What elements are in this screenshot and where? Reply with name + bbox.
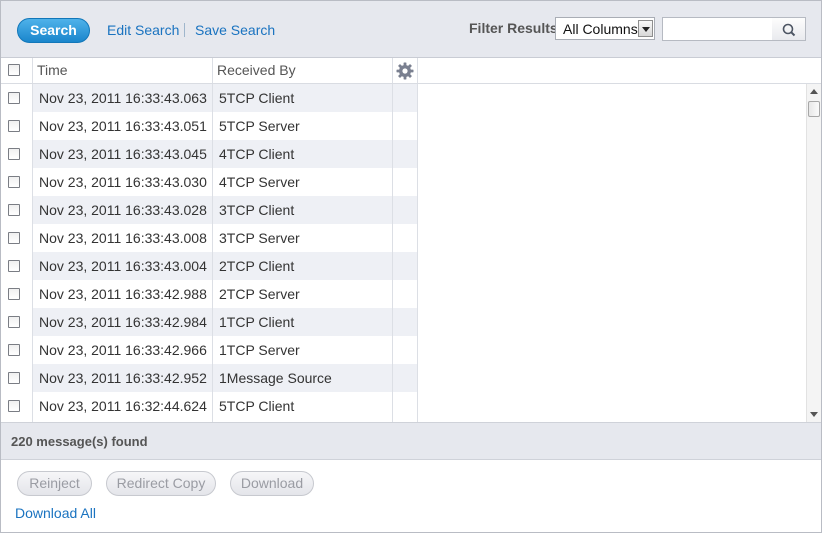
filter-search-input[interactable] bbox=[662, 17, 773, 41]
download-button[interactable]: Download bbox=[230, 471, 314, 496]
row-received-by: 2TCP Server bbox=[219, 286, 300, 302]
scroll-thumb[interactable] bbox=[808, 101, 820, 117]
row-checkbox[interactable] bbox=[8, 372, 20, 384]
column-divider bbox=[392, 84, 393, 422]
message-count: 220 message(s) found bbox=[11, 434, 148, 449]
toolbar: Search Edit Search Save Search Filter Re… bbox=[1, 1, 821, 58]
reinject-button[interactable]: Reinject bbox=[17, 471, 92, 496]
row-time: Nov 23, 2011 16:32:44.624 bbox=[39, 398, 207, 414]
table-row[interactable]: Nov 23, 2011 16:33:43.030 4TCP Server bbox=[1, 168, 807, 196]
table-row[interactable]: Nov 23, 2011 16:33:42.984 1TCP Client bbox=[1, 308, 807, 336]
row-checkbox[interactable] bbox=[8, 400, 20, 412]
column-divider bbox=[212, 84, 213, 422]
column-divider bbox=[212, 58, 213, 83]
row-received-by: 1Message Source bbox=[219, 370, 332, 386]
table-row[interactable]: Nov 23, 2011 16:33:43.008 3TCP Server bbox=[1, 224, 807, 252]
column-divider bbox=[417, 58, 418, 83]
row-checkbox[interactable] bbox=[8, 288, 20, 300]
row-received-by: 1TCP Client bbox=[219, 314, 295, 330]
row-received-by: 4TCP Server bbox=[219, 174, 300, 190]
scroll-up-arrow-icon[interactable] bbox=[810, 89, 818, 94]
column-header-received-by[interactable]: Received By bbox=[217, 58, 296, 83]
row-received-by: 4TCP Client bbox=[219, 146, 295, 162]
download-all-link[interactable]: Download All bbox=[15, 505, 96, 521]
table-row[interactable]: Nov 23, 2011 16:32:44.624 5TCP Client bbox=[1, 392, 807, 420]
column-divider bbox=[32, 58, 33, 83]
column-divider bbox=[32, 84, 33, 422]
row-time: Nov 23, 2011 16:33:43.051 bbox=[39, 118, 207, 134]
row-received-by: 2TCP Client bbox=[219, 258, 295, 274]
row-time: Nov 23, 2011 16:33:43.008 bbox=[39, 230, 207, 246]
table-row[interactable]: Nov 23, 2011 16:33:42.988 2TCP Server bbox=[1, 280, 807, 308]
gear-icon[interactable] bbox=[395, 61, 415, 81]
table-row[interactable]: Nov 23, 2011 16:33:43.063 5TCP Client bbox=[1, 84, 807, 112]
table-row[interactable]: Nov 23, 2011 16:33:43.051 5TCP Server bbox=[1, 112, 807, 140]
table-row[interactable]: Nov 23, 2011 16:33:43.045 4TCP Client bbox=[1, 140, 807, 168]
message-table-body: Nov 23, 2011 16:33:43.063 5TCP Client No… bbox=[1, 84, 807, 422]
link-divider bbox=[184, 23, 185, 37]
table-row[interactable]: Nov 23, 2011 16:33:42.966 1TCP Server bbox=[1, 336, 807, 364]
table-header: Time Received By bbox=[1, 58, 821, 84]
row-checkbox[interactable] bbox=[8, 148, 20, 160]
row-time: Nov 23, 2011 16:33:42.988 bbox=[39, 286, 207, 302]
row-checkbox[interactable] bbox=[8, 232, 20, 244]
edit-search-link[interactable]: Edit Search bbox=[107, 22, 179, 38]
message-search-panel: Search Edit Search Save Search Filter Re… bbox=[0, 0, 822, 533]
row-time: Nov 23, 2011 16:33:43.028 bbox=[39, 202, 207, 218]
status-bar: 220 message(s) found bbox=[1, 422, 821, 460]
table-row[interactable]: Nov 23, 2011 16:33:43.004 2TCP Client bbox=[1, 252, 807, 280]
magnifier-icon bbox=[782, 23, 796, 37]
row-checkbox[interactable] bbox=[8, 120, 20, 132]
filter-results-label: Filter Results bbox=[469, 20, 558, 36]
row-time: Nov 23, 2011 16:33:43.004 bbox=[39, 258, 207, 274]
row-received-by: 5TCP Client bbox=[219, 398, 295, 414]
row-checkbox[interactable] bbox=[8, 316, 20, 328]
redirect-copy-button[interactable]: Redirect Copy bbox=[106, 471, 216, 496]
row-received-by: 5TCP Server bbox=[219, 118, 300, 134]
column-divider bbox=[417, 84, 418, 422]
row-time: Nov 23, 2011 16:33:43.030 bbox=[39, 174, 207, 190]
row-checkbox[interactable] bbox=[8, 344, 20, 356]
filter-column-value: All Columns bbox=[563, 21, 638, 37]
select-all-checkbox[interactable] bbox=[8, 64, 20, 76]
filter-column-select[interactable]: All Columns bbox=[555, 17, 655, 40]
row-received-by: 3TCP Client bbox=[219, 202, 295, 218]
vertical-scrollbar[interactable] bbox=[806, 84, 821, 422]
filter-search-button[interactable] bbox=[772, 17, 806, 41]
table-row[interactable]: Nov 23, 2011 16:33:43.028 3TCP Client bbox=[1, 196, 807, 224]
row-checkbox[interactable] bbox=[8, 204, 20, 216]
chevron-down-icon[interactable] bbox=[638, 20, 653, 37]
save-search-link[interactable]: Save Search bbox=[195, 22, 275, 38]
row-time: Nov 23, 2011 16:33:42.966 bbox=[39, 342, 207, 358]
column-header-time[interactable]: Time bbox=[37, 58, 68, 83]
row-time: Nov 23, 2011 16:33:42.952 bbox=[39, 370, 207, 386]
row-received-by: 5TCP Client bbox=[219, 90, 295, 106]
row-time: Nov 23, 2011 16:33:42.984 bbox=[39, 314, 207, 330]
row-time: Nov 23, 2011 16:33:43.045 bbox=[39, 146, 207, 162]
row-checkbox[interactable] bbox=[8, 176, 20, 188]
row-received-by: 1TCP Server bbox=[219, 342, 300, 358]
row-checkbox[interactable] bbox=[8, 92, 20, 104]
table-row[interactable]: Nov 23, 2011 16:33:42.952 1Message Sourc… bbox=[1, 364, 807, 392]
row-checkbox[interactable] bbox=[8, 260, 20, 272]
row-time: Nov 23, 2011 16:33:43.063 bbox=[39, 90, 207, 106]
search-button[interactable]: Search bbox=[17, 18, 90, 43]
column-divider bbox=[392, 58, 393, 83]
row-received-by: 3TCP Server bbox=[219, 230, 300, 246]
scroll-down-arrow-icon[interactable] bbox=[810, 412, 818, 417]
